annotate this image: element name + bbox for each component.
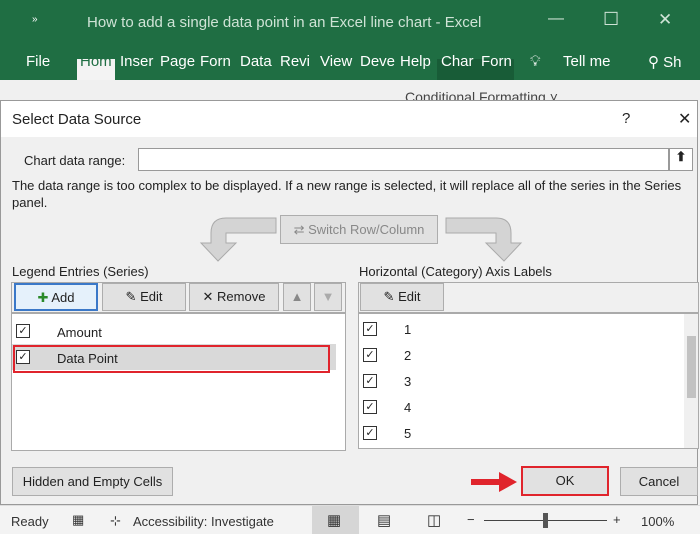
tab-formulas[interactable]: Forn <box>200 53 231 70</box>
tab-help[interactable]: Help <box>400 53 431 70</box>
tab-page-layout[interactable]: Page <box>160 53 195 70</box>
accessibility-status[interactable]: Accessibility: Investigate <box>133 514 274 529</box>
arrow-right-icon <box>445 217 523 262</box>
checkbox[interactable]: ✓ <box>363 322 377 336</box>
zoom-level[interactable]: 100% <box>641 514 674 529</box>
switch-row-column-button[interactable]: ⇄ Switch Row/Column <box>280 215 438 244</box>
tab-developer[interactable]: Deve <box>360 53 395 70</box>
tab-insert[interactable]: Inser <box>120 53 153 70</box>
category-item[interactable]: ✓ 3 <box>359 368 698 394</box>
person-icon: ⚲ <box>648 54 659 71</box>
checkbox[interactable]: ✓ <box>363 426 377 440</box>
chart-range-label: Chart data range: <box>24 153 126 168</box>
minimize-button[interactable]: — <box>548 10 564 28</box>
tab-file[interactable]: File <box>26 53 50 70</box>
close-dialog-button[interactable]: ✕ <box>678 109 691 129</box>
remove-icon: ✕ <box>202 289 214 304</box>
title-bar: » How to add a single data point in an E… <box>0 0 700 45</box>
scrollbar[interactable] <box>684 314 698 448</box>
category-list: ✓ 1 ✓ 2 ✓ 3 ✓ 4 ✓ 5 <box>358 313 699 449</box>
axis-labels-label: Horizontal (Category) Axis Labels <box>359 264 552 279</box>
share-button[interactable]: ⚲ Sh <box>648 53 682 71</box>
dialog-title: Select Data Source <box>12 111 142 128</box>
tab-format[interactable]: Forn <box>481 53 512 70</box>
collapse-range-button[interactable]: ⬆ <box>669 148 693 171</box>
edit-icon: ✎ <box>125 289 137 304</box>
tell-me-search[interactable]: Tell me <box>563 53 611 70</box>
legend-entries-label: Legend Entries (Series) <box>12 264 149 279</box>
zoom-in-button[interactable]: + <box>613 512 621 527</box>
ready-status: Ready <box>11 514 49 529</box>
red-arrow-annotation <box>471 472 517 492</box>
cancel-button[interactable]: Cancel <box>620 467 698 496</box>
range-message: The data range is too complex to be disp… <box>12 178 682 210</box>
add-icon: ✚ <box>37 290 49 305</box>
checkbox[interactable]: ✓ <box>363 348 377 362</box>
scrollbar-thumb[interactable] <box>687 336 696 398</box>
zoom-slider-thumb[interactable] <box>543 513 548 528</box>
tab-view[interactable]: View <box>320 53 352 70</box>
close-window-button[interactable]: ✕ <box>658 10 672 30</box>
checkbox[interactable]: ✓ <box>363 400 377 414</box>
edit-icon: ✎ <box>383 289 395 304</box>
select-data-source-dialog: Select Data Source ? ✕ Chart data range:… <box>0 100 699 505</box>
series-item-amount[interactable]: ✓ Amount <box>12 318 345 344</box>
status-bar: Ready ▦ ⊹ Accessibility: Investigate ▦ ▤… <box>0 505 700 534</box>
page-break-icon[interactable]: ◫ <box>427 511 441 529</box>
normal-view-icon[interactable]: ▦ <box>327 511 341 529</box>
category-item[interactable]: ✓ 5 <box>359 420 698 446</box>
series-list: ✓ Amount ✓ Data Point <box>11 313 346 451</box>
tab-data[interactable]: Data <box>240 53 272 70</box>
add-series-button[interactable]: ✚ Add <box>14 283 98 311</box>
move-up-button[interactable]: ▲ <box>283 283 311 311</box>
category-item[interactable]: ✓ 1 <box>359 316 698 342</box>
tab-chart-design[interactable]: Char <box>441 53 474 70</box>
accessibility-icon: ⊹ <box>110 513 121 528</box>
arrow-left-icon <box>199 217 277 262</box>
zoom-out-button[interactable]: − <box>467 512 475 527</box>
chart-range-input[interactable] <box>138 148 669 171</box>
tab-review[interactable]: Revi <box>280 53 310 70</box>
checkbox[interactable]: ✓ <box>16 350 30 364</box>
edit-axis-labels-button[interactable]: ✎ Edit <box>360 283 444 311</box>
page-layout-icon[interactable]: ▤ <box>377 511 391 529</box>
switch-icon: ⇄ <box>293 222 305 237</box>
ok-button[interactable]: OK <box>521 466 609 496</box>
quick-access-icon[interactable]: » <box>32 14 38 25</box>
macro-icon[interactable]: ▦ <box>72 512 84 528</box>
edit-series-button[interactable]: ✎ Edit <box>102 283 186 311</box>
checkbox[interactable]: ✓ <box>16 324 30 338</box>
hidden-empty-cells-button[interactable]: Hidden and Empty Cells <box>12 467 173 496</box>
remove-series-button[interactable]: ✕ Remove <box>189 283 279 311</box>
window-title: How to add a single data point in an Exc… <box>87 14 482 31</box>
ribbon: Conditional Formatting ˅ <box>0 80 700 105</box>
checkbox[interactable]: ✓ <box>363 374 377 388</box>
tab-home[interactable]: Hom <box>80 53 112 70</box>
series-item-data-point[interactable]: ✓ Data Point <box>12 344 336 373</box>
ribbon-tabs: File Hom Inser Page Forn Data Revi View … <box>0 45 700 80</box>
help-button[interactable]: ? <box>622 110 630 127</box>
maximize-button[interactable]: ☐ <box>603 9 619 30</box>
move-down-button[interactable]: ▼ <box>314 283 342 311</box>
lightbulb-icon: 💡︎ <box>530 53 541 70</box>
category-item[interactable]: ✓ 2 <box>359 342 698 368</box>
category-item[interactable]: ✓ 4 <box>359 394 698 420</box>
